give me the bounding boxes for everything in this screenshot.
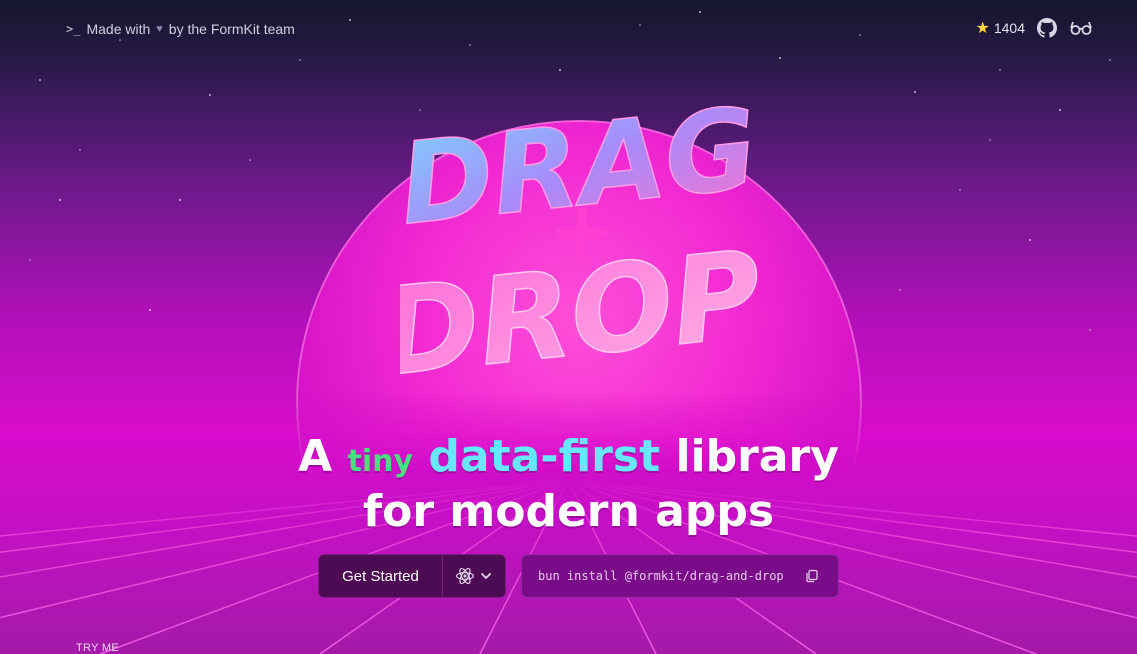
github-star-count: 1404 [993, 20, 1025, 36]
drag-and-drop-logo: DRAG + DROP [400, 83, 760, 400]
react-icon [456, 568, 474, 584]
chevron-down-icon [481, 573, 491, 579]
logo-line-drop: DROP [400, 226, 760, 400]
try-me-label: TRY ME [76, 642, 119, 654]
headline-word-a: A [298, 431, 333, 482]
headline-word-tiny: tiny [347, 444, 414, 479]
headline-word-data-first: data-first [428, 431, 661, 482]
headline-line-1: A tiny data-first library [0, 432, 1137, 487]
copy-command-button[interactable] [800, 564, 824, 588]
top-right-controls: ★ 1404 [976, 16, 1094, 40]
made-with-suffix: by the FormKit team [168, 21, 295, 37]
github-stars-link[interactable]: ★ 1404 [976, 18, 1026, 38]
headline-line-2: for modern apps [362, 486, 775, 537]
terminal-prompt-icon: >_ [66, 22, 81, 36]
theme-toggle-button[interactable] [1069, 16, 1093, 40]
framework-select-button[interactable] [442, 555, 505, 597]
hero-actions: Get Started bun install @formkit/drag-an… [318, 554, 839, 598]
github-icon [1037, 18, 1057, 38]
star-icon: ★ [975, 20, 990, 37]
headline-word-library: library [675, 431, 839, 482]
copy-icon [806, 569, 818, 583]
install-command-text: bun install @formkit/drag-and-drop [538, 569, 784, 583]
top-bar: >_ Made with ♥ by the FormKit team ★ 140… [0, 0, 1137, 60]
glasses-icon [1070, 21, 1092, 35]
made-with-prefix: Made with [86, 21, 151, 37]
heart-icon: ♥ [156, 23, 163, 35]
get-started-group: Get Started [318, 554, 506, 598]
get-started-button[interactable]: Get Started [319, 555, 442, 597]
hero-headline: A tiny data-first library for modern app… [0, 432, 1137, 537]
made-with-credit: >_ Made with ♥ by the FormKit team [66, 21, 295, 37]
github-link[interactable] [1035, 16, 1059, 40]
install-command-box: bun install @formkit/drag-and-drop [521, 554, 839, 598]
